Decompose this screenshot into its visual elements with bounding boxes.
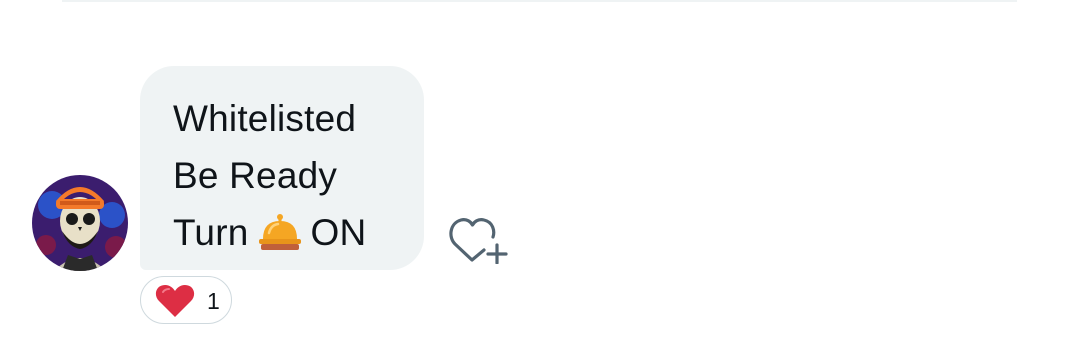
message-text: ON <box>310 212 367 253</box>
message-text: Be Ready <box>173 155 338 196</box>
message-text: Whitelisted <box>173 98 357 139</box>
bellhop-bell-icon <box>258 214 301 250</box>
reaction-pill[interactable]: 1 <box>140 276 232 324</box>
heart-plus-icon <box>449 218 508 265</box>
message-line: Turn ON <box>173 204 424 261</box>
reaction-count: 1 <box>207 288 220 314</box>
avatar[interactable] <box>32 175 128 271</box>
add-reaction-button[interactable] <box>448 212 510 265</box>
divider <box>62 0 1017 2</box>
skull-avatar-icon <box>32 175 128 271</box>
message-line: Be Ready <box>173 147 424 204</box>
message-bubble[interactable]: Whitelisted Be Ready Turn ON <box>140 66 424 270</box>
red-heart-icon <box>155 285 195 317</box>
message-line: Whitelisted <box>173 90 424 147</box>
message-text: Turn <box>173 212 249 253</box>
dm-conversation: Whitelisted Be Ready Turn ON 1 <box>0 0 1079 344</box>
